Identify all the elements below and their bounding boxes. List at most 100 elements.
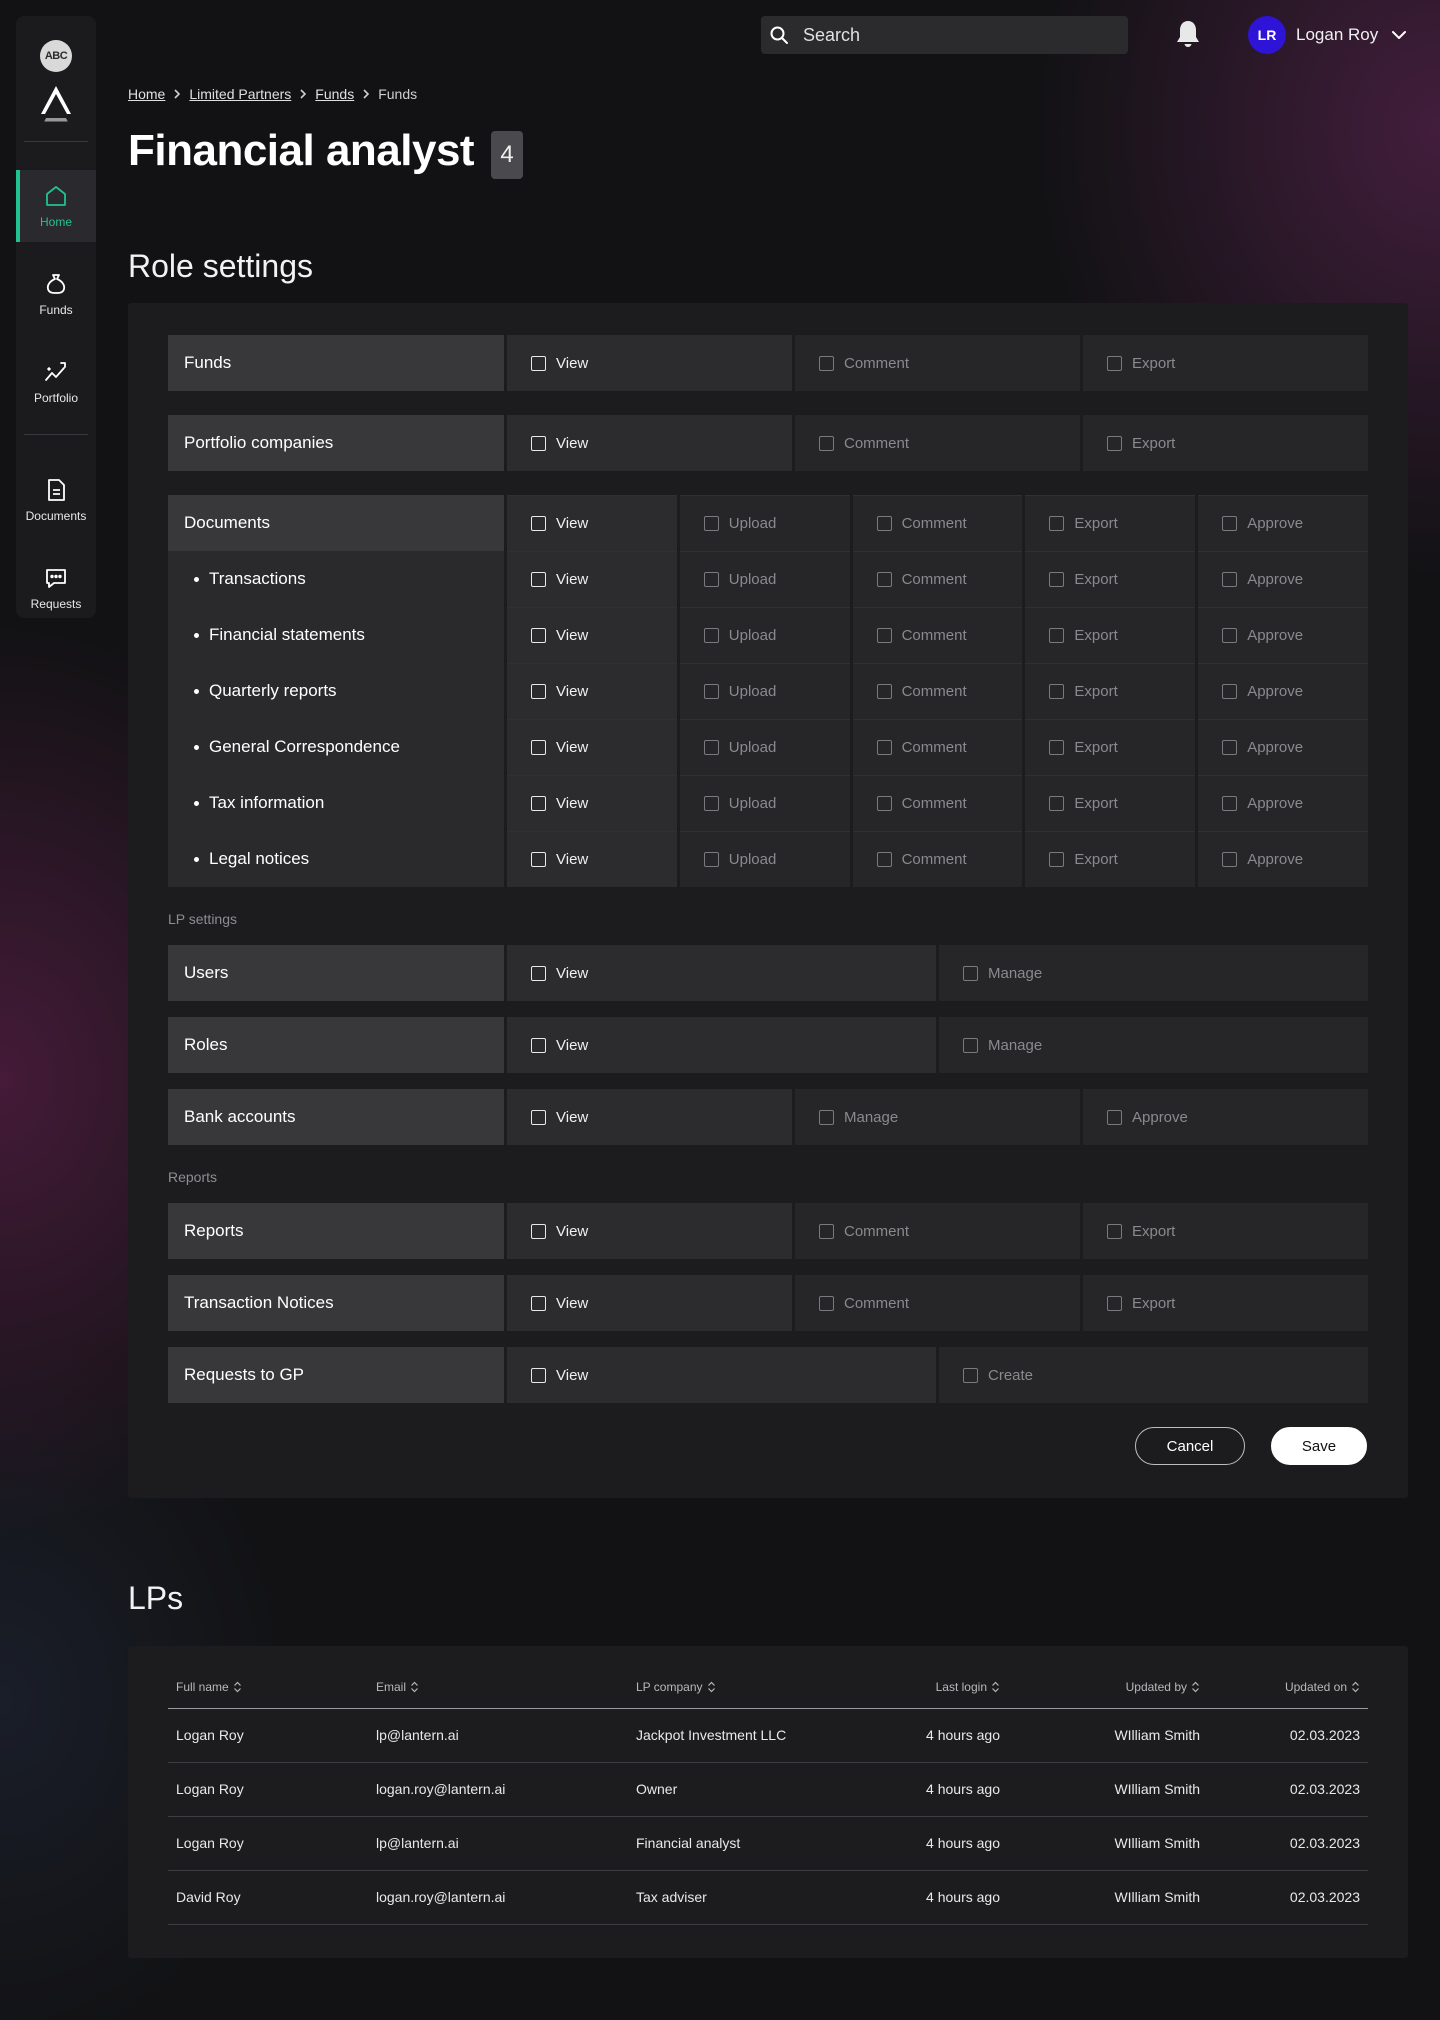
permission-checkbox-upload[interactable]: Upload	[679, 495, 850, 551]
checkbox[interactable]	[531, 852, 546, 867]
sidebar-item-funds[interactable]: Funds	[16, 258, 96, 330]
column-header-updated-by[interactable]: Updated by	[1008, 1666, 1208, 1709]
checkbox[interactable]	[1107, 1295, 1122, 1311]
permission-checkbox-view[interactable]: View	[507, 1089, 792, 1145]
checkbox[interactable]	[703, 628, 719, 643]
permission-checkbox-comment[interactable]: Comment	[795, 1203, 1080, 1259]
permission-checkbox-view[interactable]: View	[507, 335, 792, 391]
permission-checkbox-export[interactable]: Export	[1083, 1275, 1368, 1331]
permission-checkbox-view[interactable]: View	[507, 607, 677, 663]
permission-checkbox-export[interactable]: Export	[1025, 775, 1196, 831]
permission-checkbox-upload[interactable]: Upload	[679, 719, 850, 775]
checkbox[interactable]	[876, 852, 892, 867]
breadcrumb-home[interactable]: Home	[128, 86, 165, 102]
permission-checkbox-export[interactable]: Export	[1083, 1203, 1368, 1259]
table-row[interactable]: Logan Roy lp@lantern.ai Financial analys…	[168, 1816, 1368, 1871]
permission-checkbox-view[interactable]: View	[507, 551, 677, 607]
column-header-lp-company[interactable]: LP company	[628, 1666, 858, 1709]
permission-checkbox-view[interactable]: View	[507, 1017, 936, 1073]
cancel-button[interactable]: Cancel	[1135, 1427, 1245, 1465]
bell-icon[interactable]	[1172, 18, 1204, 50]
permission-checkbox-approve[interactable]: Approve	[1198, 607, 1368, 663]
permission-checkbox-upload[interactable]: Upload	[679, 775, 850, 831]
permission-checkbox-upload[interactable]: Upload	[679, 551, 850, 607]
checkbox[interactable]	[531, 355, 546, 371]
checkbox[interactable]	[876, 740, 892, 755]
table-row[interactable]: David Roy logan.roy@lantern.ai Tax advis…	[168, 1870, 1368, 1925]
permission-checkbox-export[interactable]: Export	[1025, 719, 1196, 775]
checkbox[interactable]	[703, 516, 719, 531]
checkbox[interactable]	[1222, 628, 1238, 643]
permission-checkbox-manage[interactable]: Manage	[939, 1017, 1368, 1073]
column-header-updated-on[interactable]: Updated on	[1208, 1666, 1368, 1709]
permission-checkbox-export[interactable]: Export	[1083, 415, 1368, 471]
checkbox[interactable]	[1107, 1109, 1122, 1125]
checkbox[interactable]	[819, 1109, 834, 1125]
checkbox[interactable]	[876, 684, 892, 699]
permission-checkbox-comment[interactable]: Comment	[795, 415, 1080, 471]
table-row[interactable]: Logan Roy lp@lantern.ai Jackpot Investme…	[168, 1708, 1368, 1763]
checkbox[interactable]	[819, 355, 834, 371]
permission-checkbox-upload[interactable]: Upload	[679, 607, 850, 663]
checkbox[interactable]	[1049, 516, 1065, 531]
checkbox[interactable]	[1222, 740, 1238, 755]
permission-checkbox-view[interactable]: View	[507, 775, 677, 831]
permission-checkbox-comment[interactable]: Comment	[852, 663, 1023, 719]
permission-checkbox-comment[interactable]: Comment	[852, 775, 1023, 831]
checkbox[interactable]	[876, 516, 892, 531]
checkbox[interactable]	[1049, 852, 1065, 867]
permission-checkbox-view[interactable]: View	[507, 1203, 792, 1259]
checkbox[interactable]	[819, 1223, 834, 1239]
permission-checkbox-export[interactable]: Export	[1025, 551, 1196, 607]
checkbox[interactable]	[876, 628, 892, 643]
permission-checkbox-view[interactable]: View	[507, 1275, 792, 1331]
permission-checkbox-export[interactable]: Export	[1025, 607, 1196, 663]
checkbox[interactable]	[531, 740, 546, 755]
permission-checkbox-approve[interactable]: Approve	[1198, 831, 1368, 887]
permission-checkbox-approve[interactable]: Approve	[1083, 1089, 1368, 1145]
permission-checkbox-view[interactable]: View	[507, 719, 677, 775]
permission-checkbox-approve[interactable]: Approve	[1198, 495, 1368, 551]
checkbox[interactable]	[1222, 852, 1238, 867]
checkbox[interactable]	[703, 740, 719, 755]
checkbox[interactable]	[1222, 684, 1238, 699]
checkbox[interactable]	[531, 572, 546, 587]
checkbox[interactable]	[876, 572, 892, 587]
permission-checkbox-comment[interactable]: Comment	[795, 1275, 1080, 1331]
checkbox[interactable]	[1049, 740, 1065, 755]
checkbox[interactable]	[531, 1367, 546, 1383]
permission-checkbox-upload[interactable]: Upload	[679, 831, 850, 887]
permission-checkbox-comment[interactable]: Comment	[852, 719, 1023, 775]
save-button[interactable]: Save	[1271, 1427, 1367, 1465]
checkbox[interactable]	[1222, 572, 1238, 587]
permission-checkbox-comment[interactable]: Comment	[852, 495, 1023, 551]
permission-checkbox-export[interactable]: Export	[1083, 335, 1368, 391]
checkbox[interactable]	[703, 852, 719, 867]
permission-checkbox-approve[interactable]: Approve	[1198, 719, 1368, 775]
search-input[interactable]	[803, 16, 1113, 54]
checkbox[interactable]	[703, 572, 719, 587]
permission-checkbox-view[interactable]: View	[507, 663, 677, 719]
checkbox[interactable]	[819, 435, 834, 451]
permission-checkbox-export[interactable]: Export	[1025, 831, 1196, 887]
permission-checkbox-manage[interactable]: Manage	[939, 945, 1368, 1001]
checkbox[interactable]	[703, 684, 719, 699]
column-header-full-name[interactable]: Full name	[168, 1666, 368, 1709]
column-header-last-login[interactable]: Last login	[858, 1666, 1008, 1709]
permission-checkbox-comment[interactable]: Comment	[795, 335, 1080, 391]
table-row[interactable]: Logan Roy logan.roy@lantern.ai Owner 4 h…	[168, 1762, 1368, 1817]
checkbox[interactable]	[963, 1037, 978, 1053]
column-header-email[interactable]: Email	[368, 1666, 628, 1709]
checkbox[interactable]	[531, 435, 546, 451]
checkbox[interactable]	[531, 1037, 546, 1053]
sidebar-item-home[interactable]: Home	[16, 170, 96, 242]
checkbox[interactable]	[531, 1223, 546, 1239]
checkbox[interactable]	[531, 1109, 546, 1125]
checkbox[interactable]	[819, 1295, 834, 1311]
sidebar-item-documents[interactable]: Documents	[16, 464, 96, 536]
sidebar-item-portfolio[interactable]: Portfolio	[16, 346, 96, 418]
permission-checkbox-approve[interactable]: Approve	[1198, 775, 1368, 831]
checkbox[interactable]	[1107, 355, 1122, 371]
checkbox[interactable]	[531, 965, 546, 981]
breadcrumb-limited-partners[interactable]: Limited Partners	[189, 86, 291, 102]
